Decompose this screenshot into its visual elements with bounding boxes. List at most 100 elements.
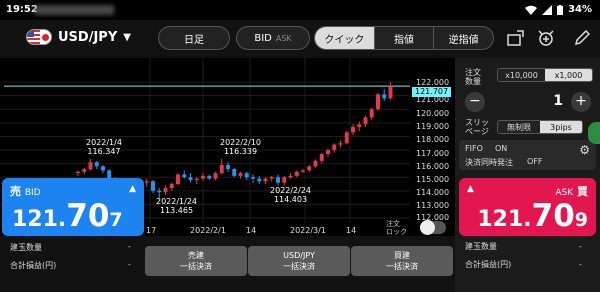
order-mode-tabs: クイック 指値 逆指値 xyxy=(314,26,494,50)
candle-body xyxy=(301,170,305,172)
candle-body xyxy=(357,124,362,127)
fifo-settings[interactable]: FIFO ON 決済同時発注 OFF ⚙ xyxy=(459,140,596,170)
bottom-bar: 建玉数量 - 合計損益(円) - 売建 一括決済 USD/JPY 一括決済 買建 一括… xyxy=(0,236,455,292)
y-tick: 119.000 xyxy=(416,122,450,131)
candle-body xyxy=(238,173,243,176)
annotation-low-2: 2022/2/24 114.403 xyxy=(270,186,312,204)
pair-label: USD/JPY xyxy=(58,29,118,45)
candle-body xyxy=(213,173,218,179)
candle-body xyxy=(194,178,199,180)
current-price-tag: 121.707 xyxy=(412,87,452,97)
candle-body xyxy=(188,177,193,180)
pencil-icon[interactable] xyxy=(572,29,592,48)
order-panel: 注文 数量 x10,000 x1,000 − 1 + スリッ ページ 無制限 3pi… xyxy=(455,58,600,292)
candle-body xyxy=(182,174,187,178)
sell-bid-button[interactable]: 売 BID ▲ 121.707 xyxy=(2,178,144,236)
candle-body xyxy=(388,86,393,99)
chevron-down-icon: ▼ xyxy=(123,31,131,43)
annotation-high-2: 2022/2/10 116.339 xyxy=(220,138,262,156)
candle-body xyxy=(94,162,99,167)
fifo-label: FIFO xyxy=(465,144,483,153)
candle-body xyxy=(244,173,249,178)
settle-simul-label: 決済同時発注 xyxy=(465,158,513,167)
rotate-screen-icon[interactable] xyxy=(506,30,526,48)
candle-body xyxy=(382,94,387,99)
total-pl-value-right: - xyxy=(579,260,582,269)
quantity-stepper: − 1 + xyxy=(463,91,593,113)
unit-10000[interactable]: x10,000 xyxy=(498,69,545,81)
position-qty-value: - xyxy=(128,242,131,251)
side-handle[interactable] xyxy=(588,122,600,144)
candle-body xyxy=(332,144,337,151)
slippage-selector: 無制限 3pips xyxy=(497,120,583,134)
candle-body xyxy=(251,177,255,179)
candle-body xyxy=(201,175,205,179)
x-tick: 14 xyxy=(246,226,257,235)
y-tick: 117.000 xyxy=(416,149,450,158)
total-pl-value: - xyxy=(128,260,131,269)
candle-body xyxy=(226,164,230,170)
y-tick: 115.000 xyxy=(416,175,450,184)
candle-body xyxy=(369,109,374,118)
qty-value[interactable]: 1 xyxy=(493,93,563,109)
candle-body xyxy=(169,184,174,189)
battery-icon xyxy=(557,4,564,15)
candle-body xyxy=(282,177,287,183)
x-tick: 17 xyxy=(146,226,157,235)
candle-body xyxy=(269,177,274,179)
status-notifications xyxy=(34,5,114,15)
candle-body xyxy=(276,177,280,183)
period-label: 日足 xyxy=(184,34,204,46)
candle-body xyxy=(307,166,312,171)
order-lock-toggle[interactable] xyxy=(420,220,446,235)
candle-body xyxy=(294,171,299,176)
settle-simul-state: OFF xyxy=(527,157,543,166)
candle-body xyxy=(288,175,293,178)
tab-stop[interactable]: 逆指値 xyxy=(433,27,493,49)
position-qty-label-right: 建玉数量 xyxy=(465,242,497,251)
tab-quick[interactable]: クイック xyxy=(315,27,374,49)
plus-button[interactable]: + xyxy=(571,92,591,112)
status-right: 34% xyxy=(525,4,592,15)
bid-label: BID xyxy=(254,32,272,44)
unit-1000[interactable]: x1,000 xyxy=(545,69,592,81)
status-bar: 19:52 34% xyxy=(0,0,600,20)
wifi-icon xyxy=(525,5,538,15)
candle-body xyxy=(82,169,87,172)
candle-body xyxy=(232,169,237,176)
candle-body xyxy=(344,132,349,144)
order-lock-label: 注文 ロック xyxy=(386,220,407,236)
settle-all-pair-button[interactable]: USD/JPY 一括決済 xyxy=(248,246,350,276)
x-tick: 2022/3/1 xyxy=(290,226,326,235)
settle-all-sell-button[interactable]: 売建 一括決済 xyxy=(145,246,247,276)
gear-icon[interactable]: ⚙ xyxy=(579,143,590,157)
candle-body xyxy=(163,188,168,193)
y-axis: 122.000 121.000 120.000 119.000 118.000 … xyxy=(410,58,455,236)
slip-unlimited[interactable]: 無制限 xyxy=(498,121,540,133)
bid-ask-toggle[interactable]: BID ASK xyxy=(236,26,310,50)
candle-body xyxy=(338,143,343,145)
buy-label: ASK 買 xyxy=(555,185,588,198)
y-tick: 116.000 xyxy=(416,162,450,171)
slip-3pips[interactable]: 3pips xyxy=(540,121,582,133)
position-qty-value-right: - xyxy=(579,242,582,251)
add-alert-icon[interactable] xyxy=(538,30,558,48)
minus-button[interactable]: − xyxy=(465,92,485,112)
candle-body xyxy=(257,178,262,182)
y-tick: 118.000 xyxy=(416,135,450,144)
settle-all-buy-button[interactable]: 買建 一括決済 xyxy=(351,246,453,276)
candle-body xyxy=(88,162,93,170)
x-tick: 2022/2/1 xyxy=(190,226,226,235)
tab-limit[interactable]: 指値 xyxy=(373,27,434,49)
y-tick: 122.000 xyxy=(416,78,450,87)
candle-body xyxy=(207,175,212,179)
buy-ask-button[interactable]: ▲ ASK 買 121.709 xyxy=(459,178,596,236)
y-tick: 113.000 xyxy=(416,201,450,210)
candle-body xyxy=(219,164,224,174)
tick-up-icon: ▲ xyxy=(467,184,474,194)
usd-jpy-flag-icon xyxy=(26,29,52,45)
period-button[interactable]: 日足 xyxy=(158,26,230,50)
candle-body xyxy=(313,160,318,167)
candle-body xyxy=(176,174,180,185)
pair-selector[interactable]: USD/JPY ▼ xyxy=(26,29,131,45)
